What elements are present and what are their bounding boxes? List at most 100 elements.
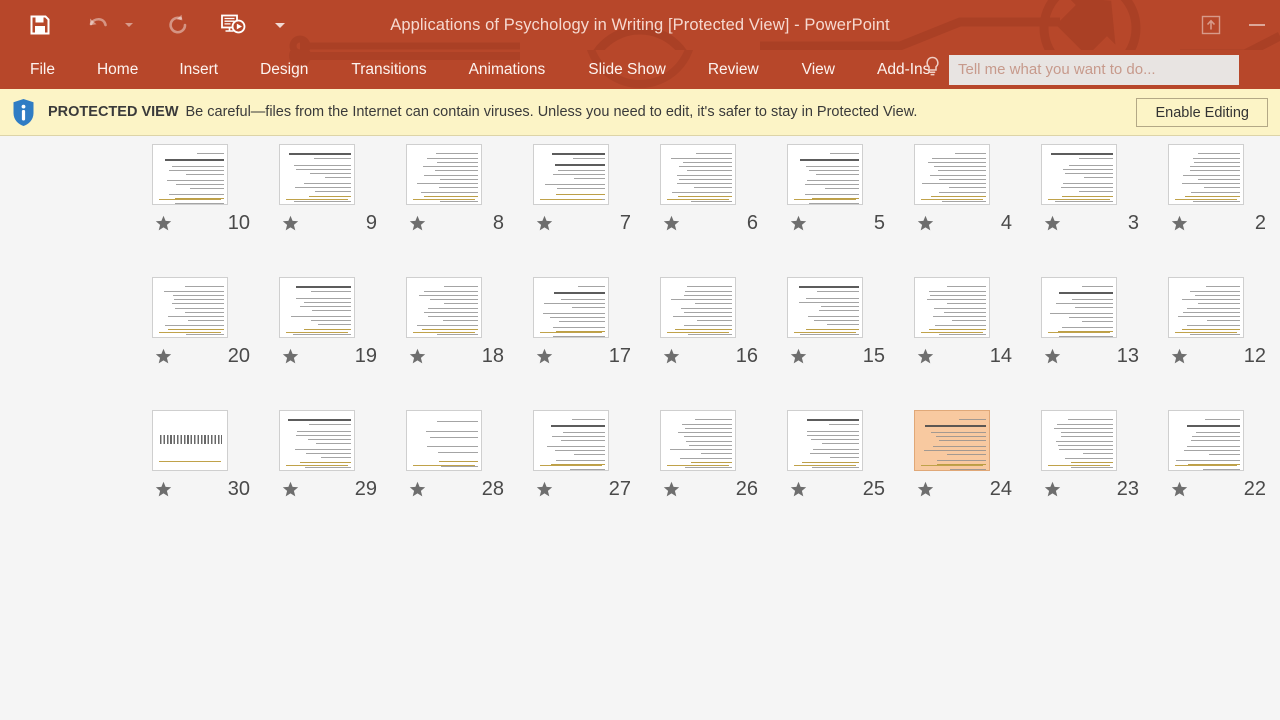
slide-text-line	[184, 286, 224, 288]
tab-animations[interactable]: Animations	[469, 50, 546, 89]
star-icon[interactable]	[660, 348, 682, 365]
star-icon[interactable]	[787, 481, 809, 498]
slide-text-line	[288, 419, 351, 421]
slide-sorter-workspace[interactable]: 10 9 8 7 6 5 4 3 2 20 19 18 17 16 15 14 13 12 30 29 28 27 26 25…	[0, 136, 1280, 720]
star-icon[interactable]	[914, 215, 936, 232]
tell-me-search-input[interactable]: Tell me what you want to do...	[949, 54, 1239, 85]
star-icon[interactable]	[1168, 348, 1190, 365]
slide-thumbnail-13[interactable]	[1041, 277, 1117, 338]
minimize-button[interactable]	[1234, 5, 1280, 45]
slide-thumbnail-10[interactable]	[152, 144, 228, 205]
slide-thumbnail-12[interactable]	[1168, 277, 1244, 338]
slide-text-line	[1075, 307, 1113, 309]
slide-thumbnail-7[interactable]	[533, 144, 609, 205]
slide-thumbnail-18[interactable]	[406, 277, 482, 338]
slide-thumbnail-26[interactable]	[660, 410, 736, 471]
star-icon[interactable]	[660, 215, 682, 232]
slide-thumbnail-5[interactable]	[787, 144, 863, 205]
star-icon[interactable]	[279, 348, 301, 365]
tab-transitions[interactable]: Transitions	[351, 50, 426, 89]
tab-add-ins[interactable]: Add-Ins	[877, 50, 930, 89]
star-icon[interactable]	[533, 348, 555, 365]
slide-thumbnail-23[interactable]	[1041, 410, 1117, 471]
slide-thumbnail-30[interactable]	[152, 410, 228, 471]
star-icon[interactable]	[660, 481, 682, 498]
star-icon[interactable]	[787, 215, 809, 232]
tab-insert[interactable]: Insert	[179, 50, 218, 89]
slide-thumbnail-17[interactable]	[533, 277, 609, 338]
slide-text-line	[1060, 187, 1113, 189]
slide-thumbnail-2[interactable]	[1168, 144, 1244, 205]
tab-home[interactable]: Home	[97, 50, 138, 89]
slide-text-line	[694, 187, 732, 189]
star-icon[interactable]	[152, 348, 174, 365]
slide-thumbnail-29[interactable]	[279, 410, 355, 471]
star-icon[interactable]	[1168, 481, 1190, 498]
slide-thumbnail-4[interactable]	[914, 144, 990, 205]
slide-text-line	[1059, 336, 1113, 337]
slide-accent-rule	[159, 332, 221, 333]
slide-text-line	[416, 183, 478, 185]
slide-thumbnail-14[interactable]	[914, 277, 990, 338]
slide-thumbnail-content	[158, 282, 224, 336]
slide-text-line	[577, 286, 605, 288]
slide-thumbnail-19[interactable]	[279, 277, 355, 338]
slide-meta: 26	[660, 478, 760, 501]
lightbulb-icon	[925, 56, 940, 83]
star-icon[interactable]	[279, 215, 301, 232]
start-from-beginning-button[interactable]	[218, 5, 248, 45]
slide-text-line	[932, 316, 986, 318]
slide-cell: 2	[1168, 144, 1280, 277]
star-icon[interactable]	[406, 348, 428, 365]
slide-thumbnail-28[interactable]	[406, 410, 482, 471]
slide-thumbnail-15[interactable]	[787, 277, 863, 338]
tab-review[interactable]: Review	[708, 50, 759, 89]
slide-text-line	[676, 183, 732, 185]
star-icon[interactable]	[406, 481, 428, 498]
star-icon[interactable]	[152, 215, 174, 232]
slide-thumbnail-3[interactable]	[1041, 144, 1117, 205]
redo-button[interactable]	[160, 5, 196, 45]
star-icon[interactable]	[533, 481, 555, 498]
star-icon[interactable]	[914, 348, 936, 365]
star-icon[interactable]	[1041, 215, 1063, 232]
slide-thumbnail-27[interactable]	[533, 410, 609, 471]
tab-file[interactable]: File	[30, 50, 55, 89]
star-icon[interactable]	[787, 348, 809, 365]
save-button[interactable]	[22, 5, 58, 45]
slide-thumbnail-22[interactable]	[1168, 410, 1244, 471]
tab-design[interactable]: Design	[260, 50, 308, 89]
star-icon[interactable]	[152, 481, 174, 498]
star-icon[interactable]	[279, 481, 301, 498]
slide-text-line	[1065, 173, 1113, 175]
undo-button[interactable]	[80, 5, 116, 45]
slide-thumbnail-20[interactable]	[152, 277, 228, 338]
star-icon[interactable]	[1041, 481, 1063, 498]
slide-text-line	[571, 419, 605, 421]
slide-thumbnail-8[interactable]	[406, 144, 482, 205]
slide-thumbnail-content	[1047, 415, 1113, 469]
slide-text-line	[934, 166, 986, 168]
slide-meta: 24	[914, 478, 1014, 501]
tab-view[interactable]: View	[802, 50, 835, 89]
ribbon-tab-bar: File Home Insert Design Transitions Anim…	[0, 50, 1280, 89]
tab-slide-show[interactable]: Slide Show	[588, 50, 666, 89]
slide-thumbnail-9[interactable]	[279, 144, 355, 205]
slide-thumbnail-6[interactable]	[660, 144, 736, 205]
star-icon[interactable]	[1041, 348, 1063, 365]
star-icon[interactable]	[1168, 215, 1190, 232]
enable-editing-button[interactable]: Enable Editing	[1136, 98, 1268, 127]
ribbon-display-options-button[interactable]	[1188, 5, 1234, 45]
slide-text-line	[801, 462, 859, 464]
slide-text-line	[1196, 432, 1240, 434]
slide-accent-rule	[794, 332, 856, 333]
star-icon[interactable]	[533, 215, 555, 232]
slide-thumbnail-25[interactable]	[787, 410, 863, 471]
slide-thumbnail-24[interactable]	[914, 410, 990, 471]
slide-meta: 30	[152, 478, 252, 501]
undo-dropdown-button[interactable]	[122, 5, 136, 45]
customize-quick-access-toolbar-button[interactable]	[272, 5, 288, 45]
star-icon[interactable]	[914, 481, 936, 498]
star-icon[interactable]	[406, 215, 428, 232]
slide-thumbnail-16[interactable]	[660, 277, 736, 338]
